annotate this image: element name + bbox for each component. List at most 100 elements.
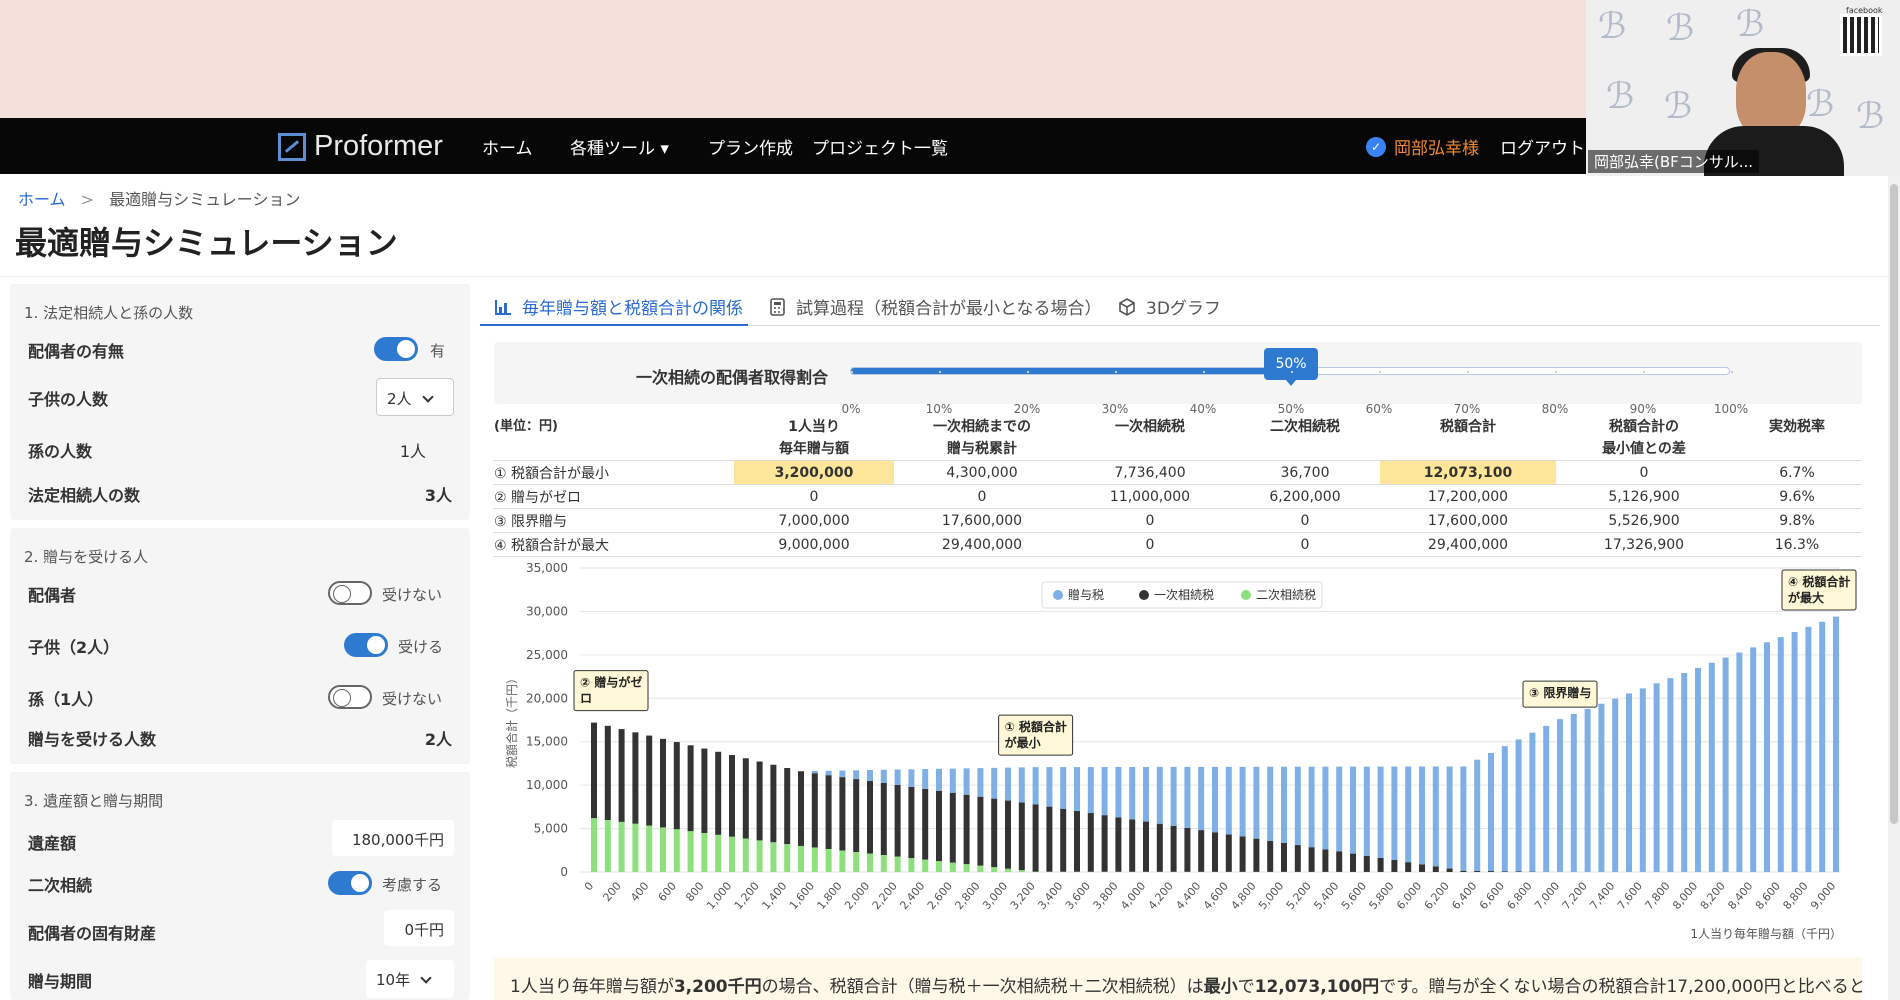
nav-user[interactable]: ✓ 岡部弘幸様 [1366, 134, 1479, 159]
x-tick-label: 4,800 [1228, 880, 1258, 912]
bar-gift-tax [1501, 746, 1508, 872]
spouse-share-label: 一次相続の配偶者取得割合 [636, 368, 829, 387]
estate-input[interactable]: 180,000千円 [332, 820, 454, 856]
recipient-children-toggle[interactable] [344, 633, 388, 657]
x-tick-label: 4,000 [1118, 880, 1148, 912]
x-tick-label: 4,600 [1201, 880, 1231, 912]
slider-tick-mark [1203, 371, 1205, 373]
table-cell: 6,200,000 [1230, 484, 1380, 509]
tab-3d-graph[interactable]: 3Dグラフ [1118, 294, 1221, 319]
bar-gift-tax [1777, 637, 1784, 872]
bar-secondary-tax [646, 825, 653, 872]
grandchildren-value[interactable]: 1人 [400, 438, 426, 462]
x-tick-label: 4,400 [1173, 880, 1203, 912]
spouse-label: 配偶者の有無 [28, 342, 125, 361]
bar-primary-tax [1363, 855, 1370, 872]
slider-tick-mark [1115, 371, 1117, 373]
bar-gift-tax [1156, 766, 1163, 824]
nav-projects[interactable]: プロジェクト一覧 [812, 134, 948, 159]
tab-calculation[interactable]: 試算過程（税額合計が最小となる場合） [770, 294, 1102, 319]
brand-name: Proformer [314, 130, 443, 162]
scrollbar-thumb[interactable] [1890, 184, 1898, 824]
bar-secondary-tax [729, 836, 735, 872]
bar-gift-tax [1446, 766, 1453, 869]
recipient-grandchild-toggle[interactable] [328, 685, 372, 709]
row-label: ③ 限界贈与 [494, 508, 734, 533]
heirs-count-label: 法定相続人の数 [28, 486, 141, 505]
bar-primary-tax [1460, 870, 1467, 872]
bar-gift-tax [949, 768, 956, 793]
x-tick-label: 5,000 [1256, 880, 1286, 912]
nav-home[interactable]: ホーム [482, 134, 533, 159]
bar-primary-tax [770, 764, 777, 843]
x-tick-label: 2,200 [870, 880, 900, 912]
bar-primary-tax [1156, 823, 1163, 872]
table-row: ④ 税額合計が最大 9,000,000 29,400,000 0 0 29,40… [494, 532, 1862, 557]
page-scrollbar[interactable] [1888, 176, 1900, 1000]
brand-logo[interactable]: Proformer [278, 130, 443, 163]
bar-primary-tax [715, 751, 722, 835]
table-cell: 4,300,000 [894, 460, 1070, 485]
table-cell: 7,736,400 [1070, 460, 1230, 485]
recipient-count-value: 2人 [424, 730, 452, 749]
bar-primary-tax [1005, 800, 1011, 869]
nav-tools-dropdown[interactable]: 各種ツール ▾ [570, 134, 669, 159]
bar-primary-tax [1032, 804, 1039, 872]
slider-fill [851, 368, 1291, 374]
logout-link[interactable]: ログアウト [1500, 134, 1585, 159]
x-tick-label: 6,600 [1477, 880, 1507, 912]
x-tick-label: 5,400 [1311, 880, 1341, 912]
bar-primary-tax [673, 742, 680, 830]
cube-icon [1119, 297, 1135, 316]
tab-relationship[interactable]: 毎年贈与額と税額合計の関係 [494, 294, 743, 319]
bar-secondary-tax [742, 838, 749, 872]
x-tick-label: 400 [628, 880, 651, 904]
chart-annotation-label: が最大 [1788, 590, 1824, 605]
y-tick-label: 25,000 [526, 648, 568, 662]
x-tick-label: 2,000 [842, 880, 872, 912]
x-tick-label: 8,400 [1725, 880, 1755, 912]
recipient-spouse-toggle[interactable] [328, 581, 372, 605]
bar-secondary-tax [977, 865, 984, 872]
legend-label: 贈与税 [1068, 587, 1104, 602]
secondary-inheritance-toggle[interactable] [328, 871, 372, 895]
breadcrumb: ホーム > 最適贈与シミュレーション [18, 186, 301, 210]
webcam-overlay: ℬ ℬ ℬ ℬ ℬ ℬ ℬ facebook 岡部弘幸(BFコンサル... [1586, 0, 1900, 176]
breadcrumb-home[interactable]: ホーム [18, 190, 66, 209]
bar-secondary-tax [825, 848, 832, 872]
legend-label: 二次相続税 [1256, 588, 1316, 602]
x-tick-label: 7,400 [1587, 880, 1617, 912]
bar-gift-tax [908, 769, 915, 787]
bar-secondary-tax [673, 829, 680, 872]
bar-gift-tax [1294, 766, 1301, 846]
bar-primary-tax [1432, 866, 1439, 872]
table-row: ① 税額合計が最小 3,200,000 4,300,000 7,736,400 … [494, 460, 1862, 485]
children-label: 子供の人数 [28, 390, 109, 409]
bar-gift-tax [1722, 657, 1729, 872]
chevron-down-icon [420, 972, 432, 984]
bar-primary-tax [1488, 871, 1494, 872]
children-select[interactable]: 2人 [376, 378, 454, 416]
table-cell: 16.3% [1732, 532, 1862, 557]
table-cell: 0 [734, 484, 894, 509]
nav-plan[interactable]: プラン作成 [708, 134, 793, 159]
chart-annotation-label: ④ 税額合計 [1788, 574, 1850, 589]
x-tick-label: 3,000 [980, 880, 1010, 912]
bar-gift-tax [936, 768, 942, 791]
bar-primary-tax [1253, 838, 1260, 872]
bar-gift-tax [880, 769, 887, 783]
x-tick-label: 6,400 [1449, 880, 1479, 912]
spouse-toggle[interactable] [374, 337, 418, 361]
bar-primary-tax [991, 798, 998, 868]
table-cell: 0 [894, 484, 1070, 509]
x-tick-label: 1,800 [814, 880, 844, 912]
gift-period-select[interactable]: 10年 [366, 960, 454, 998]
own-assets-input[interactable]: 0千円 [384, 910, 454, 946]
recipient-count-label: 贈与を受ける人数 [28, 730, 157, 749]
x-tick-label: 3,800 [1090, 880, 1120, 912]
bar-gift-tax [1708, 662, 1715, 872]
video-caption: 岡部弘幸(BFコンサル... [1588, 150, 1760, 173]
bar-gift-tax [1129, 766, 1136, 820]
bar-primary-tax [701, 748, 708, 833]
spouse-share-slider[interactable]: 50% 0% 10% 20% 30% 40% 50% 60% 70% 80% 90% 100% [841, 348, 1748, 416]
